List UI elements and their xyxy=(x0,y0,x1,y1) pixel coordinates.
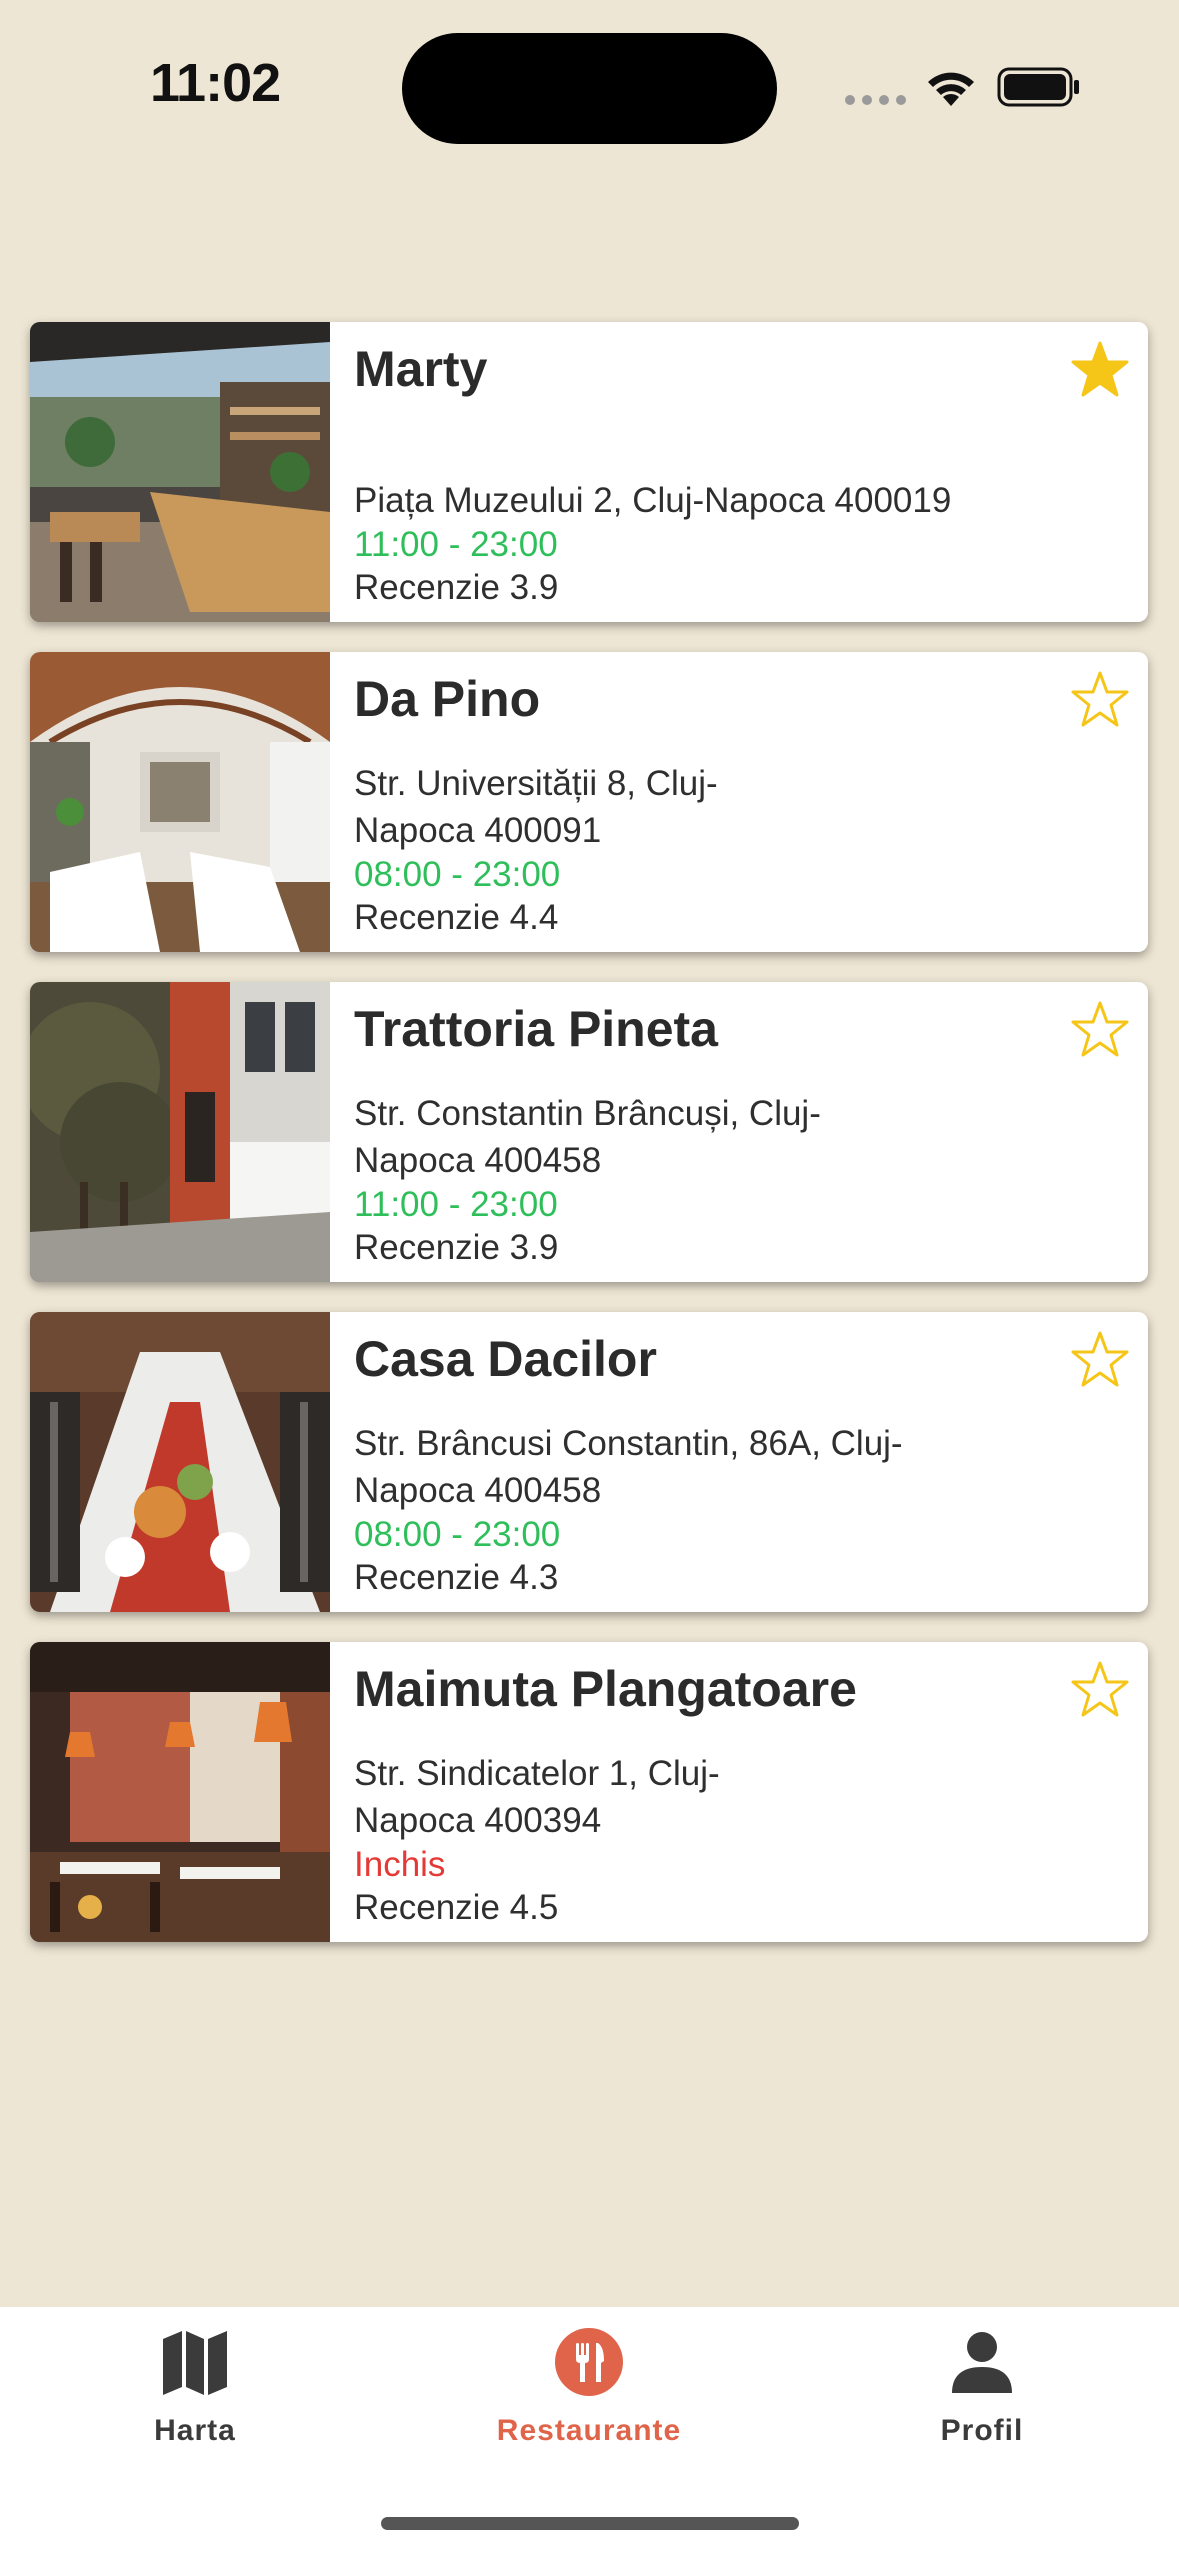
restaurant-card[interactable]: Marty Piața Muzeului 2, Cluj-Napoca 4000… xyxy=(30,322,1148,622)
restaurant-name: Casa Dacilor xyxy=(354,1331,657,1387)
star-outline-icon[interactable] xyxy=(1070,1000,1130,1060)
dynamic-island xyxy=(402,33,777,144)
star-filled-icon[interactable] xyxy=(1070,340,1130,400)
set-table-photo xyxy=(30,1312,330,1612)
status-time: 11:02 xyxy=(150,53,281,113)
tab-harta[interactable]: Harta xyxy=(65,2307,325,2467)
restaurant-address: Piața Muzeului 2, Cluj-Napoca 400019 xyxy=(354,481,952,520)
fork-knife-icon xyxy=(555,2328,623,2396)
restaurant-hours: 11:00 - 23:00 xyxy=(354,525,558,564)
pub-interior-photo xyxy=(30,1642,330,1942)
wifi-icon xyxy=(928,72,974,106)
restaurant-vaulted-interior-photo xyxy=(30,652,330,952)
restaurant-name: Marty xyxy=(354,341,488,397)
tab-profil[interactable]: Profil xyxy=(852,2307,1112,2467)
restaurant-hours: 08:00 - 23:00 xyxy=(354,855,561,894)
restaurant-hours: 11:00 - 23:00 xyxy=(354,1185,558,1224)
restaurant-address: Str. Sindicatelor 1, Cluj-Napoca 400394 xyxy=(354,1754,720,1840)
tab-label: Profil xyxy=(940,2414,1024,2447)
restaurant-rating: Recenzie 3.9 xyxy=(354,1228,559,1267)
battery-icon xyxy=(997,67,1079,107)
restaurant-rating: Recenzie 3.9 xyxy=(354,568,559,607)
restaurant-hours: 08:00 - 23:00 xyxy=(354,1515,561,1554)
cellular-signal-icon xyxy=(845,95,906,105)
restaurant-card[interactable]: Maimuta Plangatoare Str. Sindicatelor 1,… xyxy=(30,1642,1148,1942)
restaurant-name: Trattoria Pineta xyxy=(354,1001,718,1057)
restaurant-rating: Recenzie 4.4 xyxy=(354,898,559,937)
star-outline-icon[interactable] xyxy=(1070,1330,1130,1390)
restaurant-exterior-photo xyxy=(30,982,330,1282)
tab-label: Harta xyxy=(154,2414,236,2447)
restaurant-card[interactable]: Da Pino Str. Universității 8, Cluj-Napoc… xyxy=(30,652,1148,952)
restaurant-address: Str. Universității 8, Cluj-Napoca 400091 xyxy=(354,764,718,850)
tab-label: Restaurante xyxy=(496,2414,682,2447)
map-icon xyxy=(163,2331,227,2395)
home-indicator[interactable] xyxy=(381,2517,799,2530)
restaurant-name: Maimuta Plangatoare xyxy=(354,1661,857,1717)
restaurant-name: Da Pino xyxy=(354,671,541,727)
star-outline-icon[interactable] xyxy=(1070,670,1130,730)
restaurant-address: Str. Brâncusi Constantin, 86A, Cluj-Napo… xyxy=(354,1424,903,1510)
star-outline-icon[interactable] xyxy=(1070,1660,1130,1720)
tab-restaurante[interactable]: Restaurante xyxy=(459,2307,719,2467)
restaurant-hours: Inchis xyxy=(354,1845,446,1884)
restaurant-interior-photo xyxy=(30,322,330,622)
restaurant-card[interactable]: Trattoria Pineta Str. Constantin Brâncuș… xyxy=(30,982,1148,1282)
restaurant-rating: Recenzie 4.5 xyxy=(354,1888,559,1927)
restaurant-address: Str. Constantin Brâncuși, Cluj-Napoca 40… xyxy=(354,1094,821,1180)
person-icon xyxy=(952,2332,1012,2393)
restaurant-card[interactable]: Casa Dacilor Str. Brâncusi Constantin, 8… xyxy=(30,1312,1148,1612)
restaurant-list: Marty Piața Muzeului 2, Cluj-Napoca 4000… xyxy=(30,322,1148,1972)
restaurant-rating: Recenzie 4.3 xyxy=(354,1558,559,1597)
